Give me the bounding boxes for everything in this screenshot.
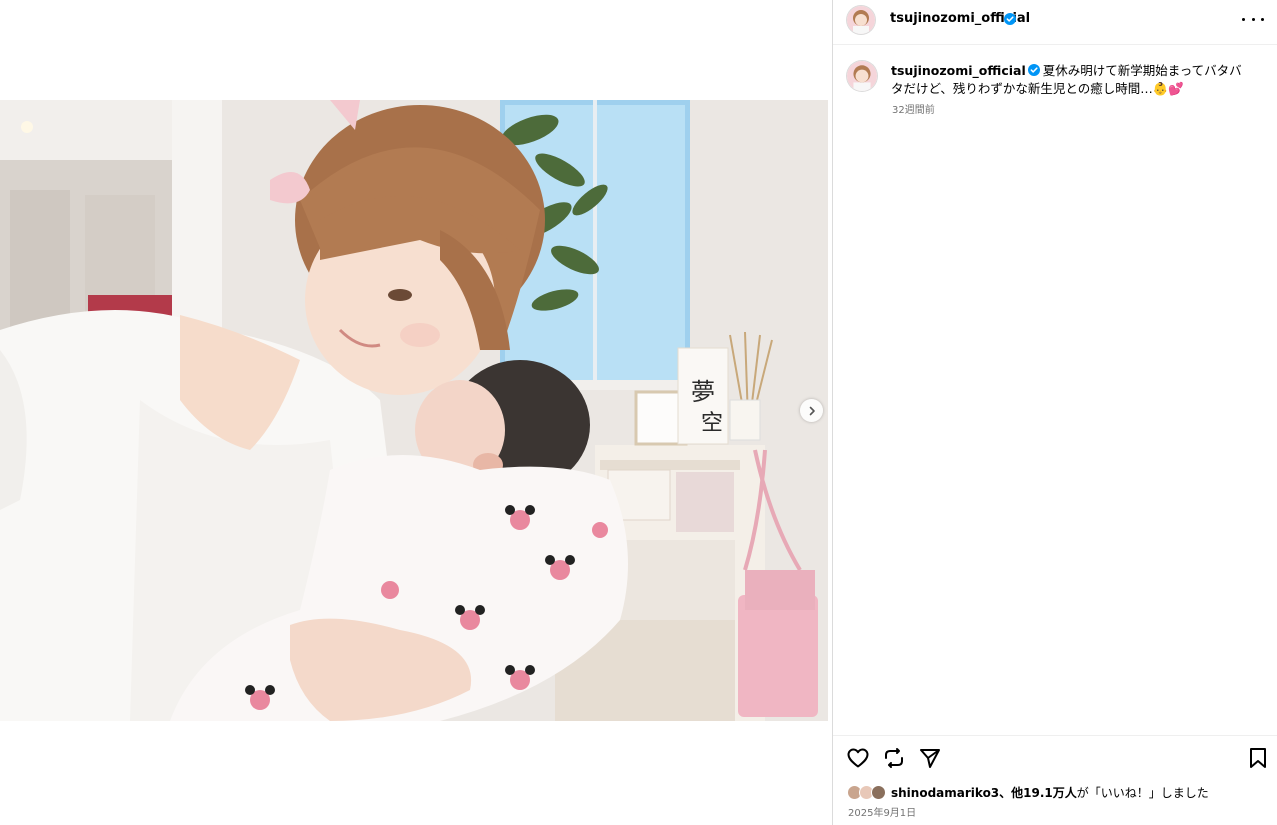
post-side-panel: tsujinozomi_official tsujinozomi_officia… — [832, 0, 1277, 825]
likes-count[interactable]: 、他19.1万人 — [999, 786, 1077, 800]
comment-icon[interactable] — [882, 746, 906, 770]
verified-badge-icon — [1027, 64, 1040, 76]
liker-username[interactable]: shinodamariko3 — [891, 786, 999, 800]
caption-text: tsujinozomi_official 夏休み明けて新学期始まってバタバタだけど… — [891, 62, 1251, 98]
caption-timestamp[interactable]: 32週間前 — [892, 101, 935, 116]
avatar-image — [847, 61, 877, 91]
post-photo[interactable]: 夢 空 — [0, 100, 828, 721]
bookmark-icon[interactable] — [1246, 746, 1270, 770]
svg-text:夢: 夢 — [691, 378, 715, 406]
post-date[interactable]: 2025年9月1日 — [848, 804, 916, 819]
more-options-button[interactable] — [1242, 10, 1264, 28]
heart-icon[interactable] — [846, 746, 870, 770]
likes-text: shinodamariko3、他19.1万人が「いいね！」しました — [891, 784, 1209, 801]
caption-avatar[interactable] — [847, 61, 877, 91]
chevron-right-icon — [809, 406, 815, 415]
media-pane: 夢 空 — [0, 0, 832, 825]
post-photo-illustration: 夢 空 — [0, 100, 828, 721]
caption-username[interactable]: tsujinozomi_official — [891, 63, 1026, 78]
verified-badge-icon — [1004, 13, 1016, 25]
likes-summary[interactable]: shinodamariko3、他19.1万人が「いいね！」しました — [847, 783, 1209, 801]
caption-emoji: 👶💕 — [1152, 81, 1184, 96]
send-icon[interactable] — [918, 746, 942, 770]
avatar-image — [847, 6, 875, 34]
carousel-next-button[interactable] — [800, 399, 823, 422]
likes-suffix: が「いいね！」しました — [1076, 785, 1209, 800]
svg-text:空: 空 — [701, 411, 723, 436]
liker-avatar — [871, 784, 886, 800]
author-avatar[interactable] — [847, 6, 875, 34]
more-horizontal-icon — [1242, 17, 1245, 21]
action-bar — [833, 735, 1277, 780]
post-header: tsujinozomi_official — [833, 0, 1277, 45]
